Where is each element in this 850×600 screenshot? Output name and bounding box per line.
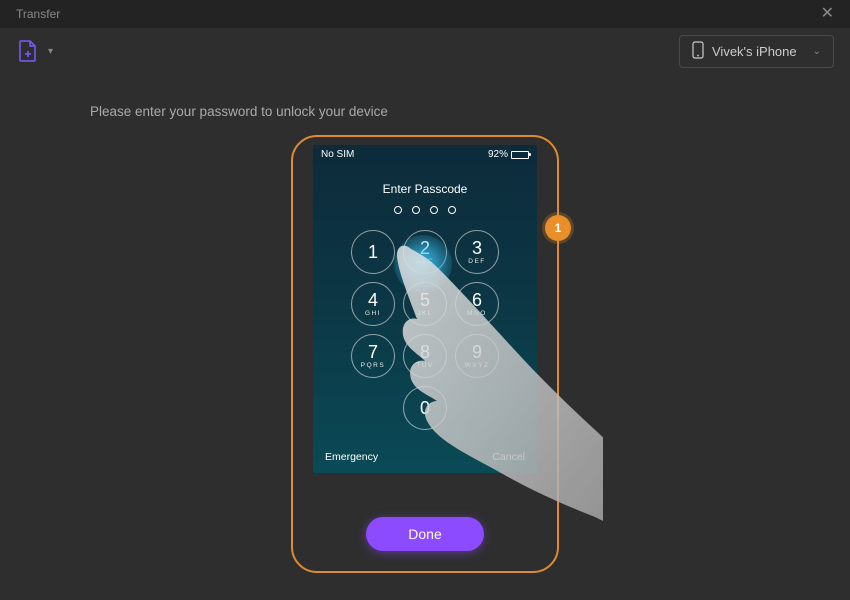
keypad-button-7[interactable]: 7PQRS xyxy=(351,334,395,378)
close-icon[interactable]: ✕ xyxy=(821,6,834,22)
keypad-button-0[interactable]: 0 xyxy=(403,386,447,430)
keypad-button-6[interactable]: 6MNO xyxy=(455,282,499,326)
chevron-down-icon: ⌄ xyxy=(813,46,821,57)
battery-icon xyxy=(511,151,529,159)
chevron-down-icon[interactable]: ▾ xyxy=(48,46,53,57)
keypad-button-3[interactable]: 3DEF xyxy=(455,230,499,274)
passcode-dot xyxy=(448,206,456,214)
phone-card: 1 No SIM 92% Enter Passcode 1 2ABC 3DEF xyxy=(291,135,559,573)
keypad-button-5[interactable]: 5JKL xyxy=(403,282,447,326)
device-dropdown[interactable]: Vivek's iPhone ⌄ xyxy=(679,35,834,68)
status-bar: No SIM 92% xyxy=(313,145,537,164)
keypad: 1 2ABC 3DEF 4GHI 5JKL 6MNO 7PQRS 8TUV 9W… xyxy=(313,230,537,430)
main-content: Please enter your password to unlock you… xyxy=(0,64,850,573)
phone-screen: No SIM 92% Enter Passcode 1 2ABC 3DEF 4G… xyxy=(313,145,537,473)
cancel-label[interactable]: Cancel xyxy=(492,451,525,463)
new-document-icon[interactable] xyxy=(16,39,40,63)
window-title: Transfer xyxy=(16,7,60,21)
instruction-text: Please enter your password to unlock you… xyxy=(90,104,760,119)
passcode-dot xyxy=(394,206,402,214)
status-sim: No SIM xyxy=(321,149,354,160)
passcode-title: Enter Passcode xyxy=(313,182,537,196)
keypad-button-8[interactable]: 8TUV xyxy=(403,334,447,378)
keypad-button-4[interactable]: 4GHI xyxy=(351,282,395,326)
phone-footer: Emergency Cancel xyxy=(325,451,525,463)
passcode-dots xyxy=(313,206,537,214)
step-badge: 1 xyxy=(545,215,571,241)
titlebar: Transfer ✕ xyxy=(0,0,850,28)
done-button[interactable]: Done xyxy=(366,517,484,551)
status-battery-text: 92% xyxy=(488,149,508,160)
emergency-label[interactable]: Emergency xyxy=(325,451,378,463)
keypad-button-1[interactable]: 1 xyxy=(351,230,395,274)
device-dropdown-label: Vivek's iPhone xyxy=(712,44,797,59)
phone-icon xyxy=(692,41,704,62)
toolbar: ▾ Vivek's iPhone ⌄ xyxy=(0,28,850,64)
status-battery-area: 92% xyxy=(488,149,529,160)
passcode-dot xyxy=(430,206,438,214)
passcode-dot xyxy=(412,206,420,214)
keypad-button-2[interactable]: 2ABC xyxy=(403,230,447,274)
keypad-button-9[interactable]: 9WXYZ xyxy=(455,334,499,378)
